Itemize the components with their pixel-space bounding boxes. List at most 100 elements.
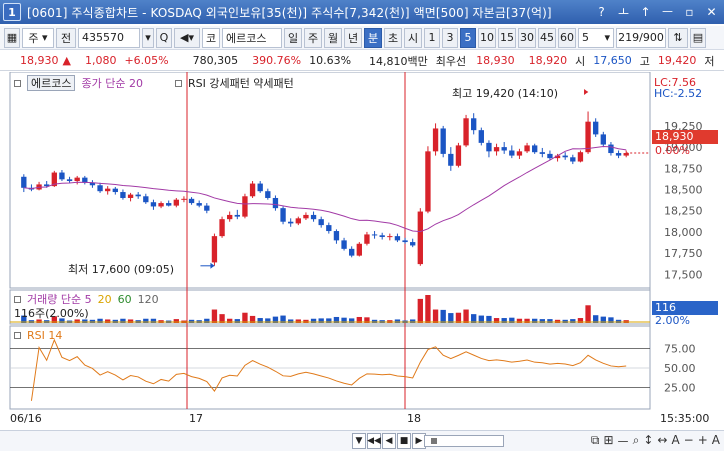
candle-body (59, 172, 65, 180)
candle-body (303, 214, 309, 219)
interval-30[interactable]: 30 (518, 27, 536, 48)
stock-code-input[interactable]: 435570 (78, 27, 140, 48)
volume-ma-120[interactable]: 120 (138, 293, 159, 306)
volume-bar (562, 319, 568, 323)
chart-canvas[interactable]: 19,25019,00018,75018,50018,25018,00017,7… (0, 72, 724, 430)
time-label-right: 15:35:00 (660, 412, 710, 425)
interval-1[interactable]: 1 (424, 27, 440, 48)
minimize-icon[interactable]: ㅡ (659, 3, 676, 20)
stock-chart[interactable]: 19,250 19,000 18,750 18,500 18,250 18,000 17,7… (0, 72, 724, 430)
volume-bar (89, 319, 96, 323)
period-year[interactable]: 년 (344, 27, 362, 48)
candle-body (364, 234, 370, 244)
quote-change-pct: +6.05% (124, 54, 169, 67)
interval-60[interactable]: 60 (558, 27, 576, 48)
scroll-controls: ▼ ◀◀ ◀ ■ ▶ (352, 433, 426, 449)
candle-body (516, 151, 523, 156)
quote-open-label: 시 (575, 54, 586, 68)
rsi-toggle-icon[interactable] (14, 332, 21, 339)
candle-body (379, 235, 385, 237)
scroll-stop-icon[interactable]: ■ (397, 433, 411, 449)
candle-body (158, 203, 164, 207)
interval-45[interactable]: 45 (538, 27, 556, 48)
interval-10[interactable]: 10 (478, 27, 496, 48)
candle-body (425, 151, 431, 212)
period-week[interactable]: 주 (304, 27, 322, 48)
scroll-icon[interactable]: ⇅ (668, 27, 688, 48)
window-controls: ? ㅗ ↑ ㅡ ▫ ✕ (593, 3, 720, 20)
link-icon[interactable]: ⊞ (603, 433, 613, 450)
candle-body (402, 240, 408, 243)
prev-button[interactable]: 전 (56, 27, 76, 48)
pattern-legend[interactable]: RSI 강세패턴 약세패턴 (188, 75, 294, 91)
code-dropdown-icon[interactable]: ▾ (142, 27, 154, 48)
pin-icon[interactable]: ㅗ (615, 3, 632, 20)
help-icon[interactable]: ? (593, 3, 610, 20)
candle-body (272, 197, 279, 209)
volume-bar (371, 319, 378, 323)
maximize-icon[interactable]: ▫ (681, 3, 698, 20)
candle-body (66, 179, 73, 182)
interval-5[interactable]: 5 (460, 27, 476, 48)
quote-bar: 18,930 ▲ 1,080 +6.05% 780,305 390.76% 10… (0, 51, 724, 71)
settings-icon[interactable]: ▤ (690, 27, 706, 48)
price-axis-tick: 18,250 (664, 205, 703, 218)
volume-toggle-icon[interactable] (14, 295, 21, 303)
custom-interval-value: 5 (582, 31, 589, 44)
add-icon[interactable]: + (698, 433, 708, 450)
minus-icon[interactable]: ㅡ (618, 433, 629, 450)
candle-body (234, 214, 240, 217)
scroll-first-icon[interactable]: ▼ (352, 433, 366, 449)
rsi-legend[interactable]: RSI 14 (27, 329, 62, 342)
candle-body (509, 150, 515, 156)
quote-turnover: 10.63% (309, 54, 352, 67)
interval-3[interactable]: 3 (442, 27, 458, 48)
decrease-icon[interactable]: − (684, 433, 694, 450)
quote-volume-ratio: 390.76% (252, 54, 302, 67)
rsi-panel-frame (9, 325, 651, 410)
price-axis-tick: 18,750 (664, 162, 703, 175)
candle-body (455, 145, 462, 166)
window-number-badge: 1 (3, 3, 21, 21)
scroll-fast-back-icon[interactable]: ◀◀ (367, 433, 381, 449)
stock-legend[interactable]: 에르코스 (27, 75, 76, 91)
volume-ma-60[interactable]: 60 (118, 293, 132, 306)
candle-body (326, 225, 332, 232)
text-size-icon[interactable]: A (712, 433, 720, 450)
candle-body (181, 198, 187, 200)
period-second[interactable]: 초 (384, 27, 402, 48)
panel-toggle-icon[interactable] (14, 79, 21, 87)
candle-body (539, 152, 545, 154)
custom-interval-select[interactable]: 5 ▾ (578, 27, 614, 48)
period-tick[interactable]: 시 (404, 27, 422, 48)
zoom-slider[interactable] (424, 435, 504, 447)
candle-body (196, 203, 202, 206)
rsi-axis-tick: 50.00 (664, 362, 696, 375)
price-axis-tick: 18,000 (664, 226, 703, 239)
code-search-icon[interactable]: Q (156, 27, 172, 48)
price-axis-tick: 18,500 (664, 184, 703, 197)
ma-legend[interactable]: 종가 단순 20 (81, 75, 142, 91)
period-day[interactable]: 일 (284, 27, 302, 48)
fit-icon[interactable]: ↔ (657, 433, 667, 450)
copy-icon[interactable]: ⧉ (591, 433, 600, 450)
quote-best-ask: 18,930 (476, 54, 515, 67)
volume-ma-20[interactable]: 20 (98, 293, 112, 306)
layout-grid-icon[interactable]: ▦ (4, 27, 20, 48)
period-month[interactable]: 월 (324, 27, 342, 48)
candle-body (615, 153, 622, 156)
speaker-icon[interactable]: ◀▾ (174, 27, 200, 48)
close-icon[interactable]: ✕ (703, 3, 720, 20)
scroll-back-icon[interactable]: ◀ (382, 433, 396, 449)
font-icon[interactable]: A (671, 433, 679, 450)
candle-body (532, 145, 538, 153)
interval-15[interactable]: 15 (498, 27, 516, 48)
zoom-in-icon[interactable]: ⌕ (633, 433, 640, 450)
pattern-toggle-icon[interactable] (174, 79, 182, 87)
zoom-slider-handle[interactable] (431, 438, 437, 444)
always-on-top-icon[interactable]: ↑ (637, 3, 654, 20)
period-minute[interactable]: 분 (364, 27, 382, 48)
crosshair-icon[interactable]: ↕ (643, 433, 653, 450)
volume-value-box: 116 (652, 301, 718, 315)
market-select[interactable]: 주 ▾ (22, 27, 54, 48)
